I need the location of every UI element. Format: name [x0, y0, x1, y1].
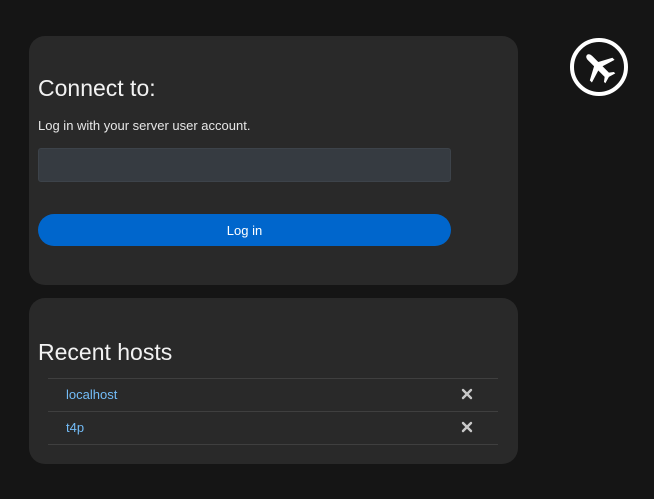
recent-hosts-list: localhost t4p	[48, 378, 498, 445]
close-icon	[461, 421, 473, 433]
login-title: Connect to:	[38, 75, 156, 101]
server-address-input[interactable]	[38, 148, 451, 182]
recent-host-link[interactable]: localhost	[66, 387, 117, 403]
close-icon	[461, 388, 473, 400]
recent-host-row: localhost	[48, 378, 498, 411]
recent-host-link[interactable]: t4p	[66, 420, 84, 436]
airplane-icon	[570, 38, 628, 96]
remove-host-button[interactable]	[460, 420, 474, 434]
recent-hosts-title: Recent hosts	[38, 339, 173, 365]
remove-host-button[interactable]	[460, 387, 474, 401]
login-button[interactable]: Log in	[38, 214, 451, 246]
login-subtitle: Log in with your server user account.	[38, 118, 251, 133]
recent-host-row: t4p	[48, 411, 498, 445]
